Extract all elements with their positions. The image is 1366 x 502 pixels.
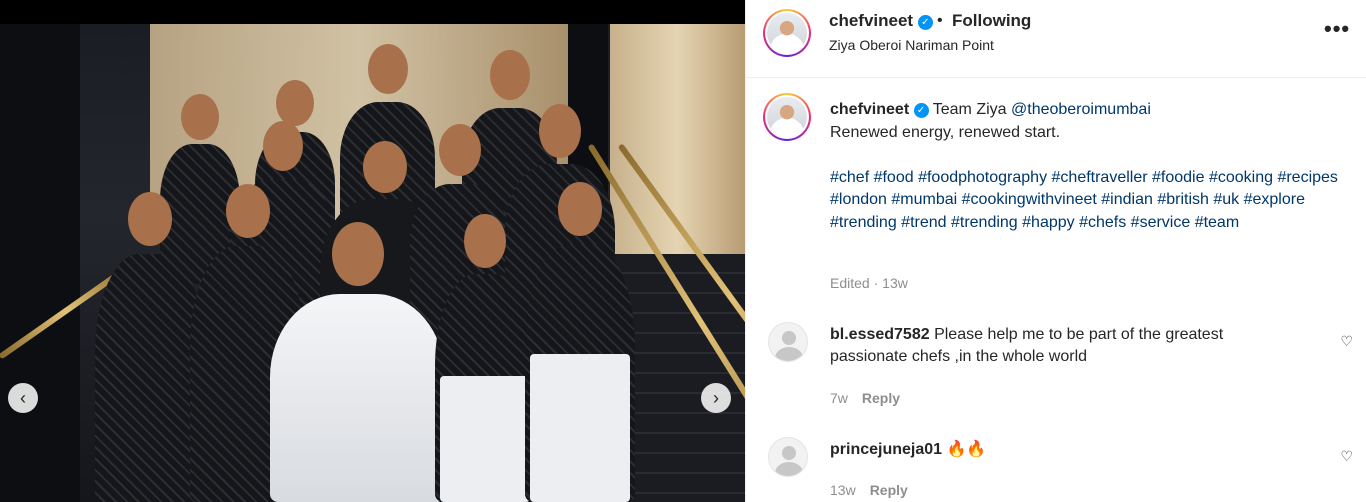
caption-mention-link[interactable]: @theoberoimumbai (1011, 101, 1151, 118)
reply-button[interactable]: Reply (862, 390, 900, 406)
author-username-text[interactable]: chefvineet (829, 11, 913, 30)
comment-meta: 7w Reply (830, 390, 900, 406)
post-header: chefvineet ✓ • Following Ziya Oberoi Nar… (746, 0, 1366, 78)
caption-author-avatar[interactable] (763, 93, 811, 141)
reply-button[interactable]: Reply (870, 482, 908, 498)
caption-text: chefvineet ✓ Team Ziya @theoberoimumbai … (830, 99, 1350, 235)
comment-text: bl.essed7582 Please help me to be part o… (830, 324, 1300, 368)
photo-apron (530, 354, 630, 502)
following-button[interactable]: Following (952, 11, 1031, 31)
commenter-avatar[interactable] (768, 437, 808, 477)
verified-badge-icon: ✓ (917, 15, 933, 30)
photo-dark-area (0, 24, 80, 502)
comment-age[interactable]: 13w (830, 482, 856, 498)
caption-age[interactable]: 13w (882, 275, 908, 291)
meta-separator: · (873, 275, 879, 291)
post-location[interactable]: Ziya Oberoi Nariman Point (829, 37, 994, 53)
chevron-right-icon: › (713, 387, 719, 408)
like-comment-heart-icon[interactable]: ♡ (1340, 333, 1353, 350)
caption-hashtags[interactable]: #chef #food #foodphotography #cheftravel… (830, 169, 1338, 231)
post-details-panel: chefvineet ✓ • Following Ziya Oberoi Nar… (745, 0, 1366, 502)
more-options-icon[interactable]: ••• (1324, 16, 1350, 42)
caption-line: Renewed energy, renewed start. (830, 123, 1061, 141)
comment-meta: 13w Reply (830, 482, 908, 498)
author-username[interactable]: chefvineet ✓ (829, 11, 933, 31)
comment-username[interactable]: princejuneja01 (830, 441, 942, 458)
header-separator: • (937, 12, 943, 29)
comment-username[interactable]: bl.essed7582 (830, 326, 930, 343)
verified-badge-icon: ✓ (913, 103, 929, 118)
next-photo-button[interactable]: › (701, 383, 731, 413)
like-comment-heart-icon[interactable]: ♡ (1340, 448, 1353, 465)
photo-person (270, 222, 445, 502)
caption-username[interactable]: chefvineet (830, 101, 909, 118)
photo-apron (440, 376, 530, 502)
edited-label: Edited (830, 275, 870, 291)
comment-body: 🔥🔥 (946, 441, 987, 458)
caption-meta: Edited · 13w (830, 275, 908, 291)
post-media[interactable]: ‹ › (0, 0, 745, 502)
chevron-left-icon: ‹ (20, 387, 26, 408)
caption-prefix: Team Ziya (932, 101, 1011, 118)
comment-text: princejuneja01 🔥🔥 (830, 439, 1300, 461)
photo-person (95, 192, 205, 502)
author-avatar[interactable] (763, 9, 811, 57)
previous-photo-button[interactable]: ‹ (8, 383, 38, 413)
commenter-avatar[interactable] (768, 322, 808, 362)
comment-age[interactable]: 7w (830, 390, 848, 406)
post-photo[interactable] (0, 24, 745, 502)
